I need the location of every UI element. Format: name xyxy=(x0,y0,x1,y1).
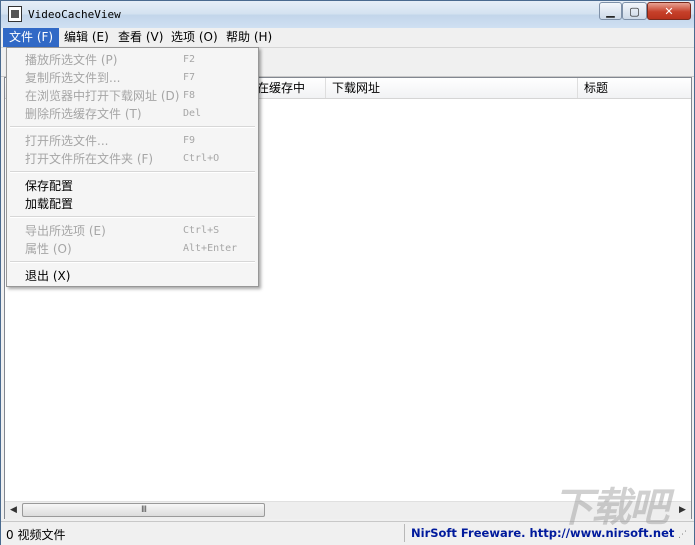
minimize-icon: ▁ xyxy=(606,4,615,18)
menu-view[interactable]: 查看 (V) xyxy=(112,28,169,47)
column-header-in-cache[interactable]: 在缓存中 xyxy=(254,78,326,98)
menu-options[interactable]: 选项 (O) xyxy=(165,28,224,47)
scroll-left-icon[interactable]: ◀ xyxy=(5,502,22,519)
menu-item-open-folder: 打开文件所在文件夹 (F) Ctrl+O xyxy=(25,152,220,166)
column-header-download-url[interactable]: 下载网址 xyxy=(326,78,578,98)
status-item-count: 0 视频文件 xyxy=(6,528,66,542)
menu-item-exit[interactable]: 退出 (X) xyxy=(7,267,258,285)
app-window: VideoCacheView ▁ ▢ ✕ 文件 (F) 编辑 (E) 查看 (V… xyxy=(0,0,695,545)
menu-item-delete-cache: 删除所选缓存文件 (T) Del xyxy=(25,107,202,121)
menu-bar: 文件 (F) 编辑 (E) 查看 (V) 选项 (O) 帮助 (H) xyxy=(1,28,694,48)
menu-item-open-url: 在浏览器中打开下载网址 (D) F8 xyxy=(25,89,196,103)
maximize-button[interactable]: ▢ xyxy=(622,2,647,20)
column-header-title[interactable]: 标题 xyxy=(578,78,691,98)
watermark-logo: 下载吧 xyxy=(553,485,669,525)
minimize-button[interactable]: ▁ xyxy=(599,2,622,20)
menu-separator xyxy=(10,171,255,173)
status-divider xyxy=(404,524,405,542)
menu-file[interactable]: 文件 (F) xyxy=(3,28,60,47)
window-title: VideoCacheView xyxy=(28,8,121,21)
menu-item-play-selected: 播放所选文件 (P) F2 xyxy=(25,53,196,67)
menu-separator xyxy=(10,126,255,128)
menu-separator xyxy=(10,261,255,263)
scrollbar-thumb[interactable]: III xyxy=(22,503,265,517)
menu-item-save-config[interactable]: 保存配置 xyxy=(7,177,258,195)
menu-item-properties: 属性 (O) Alt+Enter xyxy=(25,242,238,256)
menu-separator xyxy=(10,216,255,218)
menu-edit[interactable]: 编辑 (E) xyxy=(58,28,115,47)
grip-icon: III xyxy=(141,505,147,515)
maximize-icon: ▢ xyxy=(629,4,640,18)
file-menu-dropdown: 播放所选文件 (P) F2 复制所选文件到... F7 在浏览器中打开下载网址 (D… xyxy=(6,47,259,287)
menu-item-export-selected: 导出所选项 (E) Ctrl+S xyxy=(25,224,220,238)
menu-item-open-selected: 打开所选文件... F9 xyxy=(25,134,196,148)
menu-help[interactable]: 帮助 (H) xyxy=(220,28,278,47)
title-bar[interactable]: VideoCacheView ▁ ▢ ✕ xyxy=(1,1,694,28)
nirsoft-link[interactable]: NirSoft Freeware. http://www.nirsoft.net xyxy=(411,526,674,540)
close-icon: ✕ xyxy=(664,4,674,18)
resize-grip-icon[interactable]: ⋰ xyxy=(678,529,690,541)
menu-item-load-config[interactable]: 加载配置 xyxy=(7,195,258,213)
app-icon xyxy=(8,6,22,22)
menu-item-copy-selected: 复制所选文件到... F7 xyxy=(25,71,196,85)
close-button[interactable]: ✕ xyxy=(647,2,691,20)
